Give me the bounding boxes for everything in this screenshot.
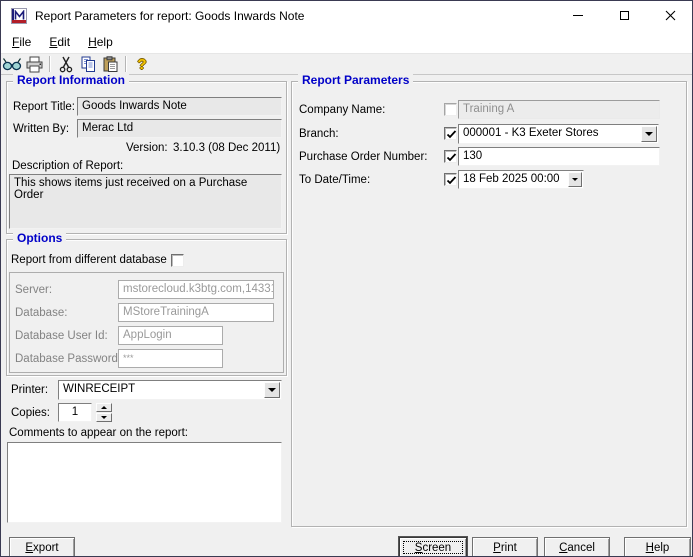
different-database-checkbox[interactable] [171,254,184,267]
database-password-label: Database Password: [15,353,121,365]
database-field: MStoreTrainingA [118,303,274,322]
copies-up-button[interactable] [96,403,112,412]
to-date-time-value: 18 Feb 2025 00:00 [463,173,563,185]
company-name-field: Training A [458,100,660,119]
printer-dropdown-button[interactable] [264,382,280,398]
printer-value: WINRECEIPT [63,383,261,395]
report-parameters-header: Report Parameters [298,73,413,87]
purchase-order-number-label: Purchase Order Number: [299,151,427,163]
description-field: This shows items just received on a Purc… [9,174,282,229]
copies-field[interactable]: 1 [58,403,92,422]
menu-file[interactable]: File [3,33,40,51]
printer-combobox[interactable]: WINRECEIPT [58,380,282,400]
print-button[interactable]: Print [472,537,538,557]
cancel-button[interactable]: Cancel [544,537,610,557]
purchase-order-number-field[interactable]: 130 [458,147,660,166]
purchase-order-number-checkbox[interactable] [444,150,457,163]
toolbar-separator [49,56,51,72]
branch-value: 000001 - K3 Exeter Stores [463,127,638,139]
date-dropdown-button[interactable] [568,172,582,187]
report-title-field: Goods Inwards Note [77,97,282,116]
maximize-button[interactable] [601,1,647,30]
server-label: Server: [15,284,52,296]
copies-label: Copies: [11,407,50,419]
help-button[interactable]: Help [624,537,691,557]
help-icon[interactable]: ? [131,54,153,74]
server-field: mstorecloud.k3btg.com,14331 [118,280,274,299]
close-button[interactable] [647,1,693,30]
report-parameters-dialog: Report Parameters for report: Goods Inwa… [0,0,693,557]
to-date-time-checkbox[interactable] [444,173,457,186]
paste-icon[interactable] [99,54,121,74]
to-date-time-picker[interactable]: 18 Feb 2025 00:00 [458,170,584,189]
close-icon [665,10,676,21]
menu-help[interactable]: Help [79,33,122,51]
version-label: Version: [126,142,168,154]
database-user-id-label: Database User Id: [15,330,108,342]
chevron-down-icon [101,416,107,419]
database-user-id-field: AppLogin [118,326,223,345]
options-header: Options [13,231,66,245]
chevron-up-icon [101,406,107,409]
written-by-field: Merac Ltd [77,119,282,138]
app-logo-icon [11,8,27,24]
report-information-header: Report Information [13,73,129,87]
chevron-down-icon [645,132,653,136]
printer-label: Printer: [11,384,48,396]
report-title-label: Report Title: [13,101,75,113]
toolbar: ? [1,53,692,75]
menu-edit[interactable]: Edit [40,33,79,51]
cut-icon[interactable] [55,54,77,74]
branch-label: Branch: [299,128,339,140]
print-icon[interactable] [23,54,45,74]
minimize-icon [573,15,583,16]
chevron-down-icon [268,388,276,392]
written-by-label: Written By: [13,123,69,135]
to-date-time-label: To Date/Time: [299,174,370,186]
maximize-icon [620,11,629,20]
title-bar: Report Parameters for report: Goods Inwa… [1,1,692,31]
branch-dropdown-button[interactable] [641,126,657,142]
screen-button[interactable]: Screen [399,537,467,557]
comments-label: Comments to appear on the report: [9,427,188,439]
comments-textarea[interactable] [7,442,282,523]
company-name-checkbox [444,103,457,116]
version-value: 3.10.3 (08 Dec 2011) [173,142,280,154]
branch-checkbox[interactable] [444,127,457,140]
chevron-down-icon [572,178,578,181]
menu-bar: File Edit Help [1,31,692,53]
export-button[interactable]: Export [9,537,75,557]
description-label: Description of Report: [12,160,123,172]
different-database-label: Report from different database [11,254,167,266]
company-name-label: Company Name: [299,104,385,116]
database-password-field: *** [118,349,223,368]
copies-down-button[interactable] [96,413,112,422]
preview-icon[interactable] [1,54,23,74]
minimize-button[interactable] [555,1,601,30]
toolbar-separator [125,56,127,72]
branch-combobox[interactable]: 000001 - K3 Exeter Stores [458,124,659,144]
window-title: Report Parameters for report: Goods Inwa… [35,9,304,23]
database-label: Database: [15,307,67,319]
copy-icon[interactable] [77,54,99,74]
